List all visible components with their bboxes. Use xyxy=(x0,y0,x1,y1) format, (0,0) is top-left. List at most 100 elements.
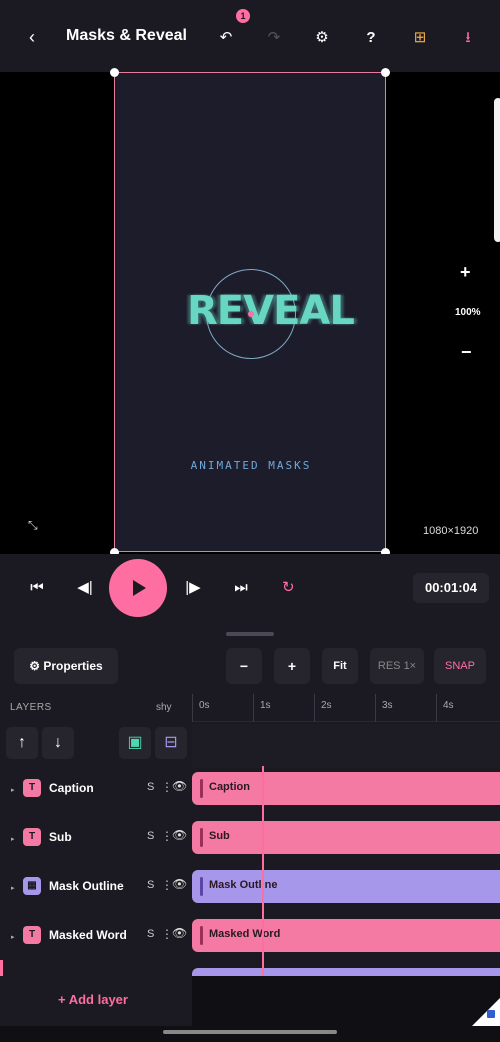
layer-row[interactable]: ▸ T Masked Word S ⋮ 👁 Masked Word xyxy=(0,913,500,962)
layer-row[interactable]: ▸ T Sub S ⋮ 👁 Sub xyxy=(0,815,500,864)
ruler-tick: 2s xyxy=(314,694,332,722)
clip-handle[interactable] xyxy=(200,779,203,798)
time-ruler[interactable]: 0s 1s 2s 3s 4s xyxy=(192,694,500,722)
selection-marker xyxy=(0,960,3,976)
zoom-out-button[interactable]: − xyxy=(461,342,472,363)
add-layer-bar: + Add layer xyxy=(0,976,192,1026)
undo-icon[interactable]: ↶ xyxy=(214,26,238,50)
playhead[interactable] xyxy=(262,766,264,976)
skip-back-icon[interactable]: ⏮ xyxy=(24,576,50,600)
artboard-handle-tr[interactable] xyxy=(381,68,390,77)
fit-button[interactable]: Fit xyxy=(322,648,358,684)
artboard-handle-tl[interactable] xyxy=(110,68,119,77)
system-nav-bar xyxy=(0,1026,500,1042)
properties-button[interactable]: ⚙ Properties xyxy=(14,648,118,684)
anchor-point[interactable] xyxy=(248,311,254,317)
clip-handle[interactable] xyxy=(200,926,203,945)
canvas-area[interactable]: REVEAL ANIMATED MASKS ⤡ 1080×1920 + 100%… xyxy=(0,68,500,557)
mask-select-icon[interactable]: ▣ xyxy=(119,727,151,759)
chevron-left-icon[interactable]: ‹ xyxy=(22,24,42,50)
layer-row-partial[interactable] xyxy=(0,962,500,976)
ruler-tick: 0s xyxy=(192,694,210,722)
clip-label: Caption xyxy=(209,781,250,793)
help-icon[interactable]: ? xyxy=(359,26,383,50)
play-icon xyxy=(133,580,146,596)
transport-bar: ⏮ ◀| |▶ ⏭ ↻ 00:01:04 xyxy=(0,554,500,622)
move-up-icon[interactable]: ↑ xyxy=(6,727,38,759)
clip-label: Masked Word xyxy=(209,928,281,940)
timeline-zoom-out-button[interactable]: − xyxy=(226,648,262,684)
layers-title: LAYERS xyxy=(10,702,52,713)
eye-icon[interactable]: 👁 xyxy=(172,877,187,891)
panel-drag-handle[interactable] xyxy=(226,632,274,636)
side-scroll-handle[interactable] xyxy=(494,98,500,242)
solo-toggle[interactable]: S xyxy=(147,781,154,793)
solo-toggle[interactable]: S xyxy=(147,928,154,940)
layer-name[interactable]: Mask Outline xyxy=(49,879,124,893)
page-title: Masks & Reveal xyxy=(66,27,187,44)
solo-toggle[interactable]: S xyxy=(147,830,154,842)
step-forward-icon[interactable]: |▶ xyxy=(180,576,206,600)
layer-order-row: ↑ ↓ ▣ ⊟ xyxy=(0,724,500,768)
undo-count-badge: 1 xyxy=(236,9,250,23)
add-layer-button[interactable]: + Add layer xyxy=(58,992,128,1007)
resolution-button[interactable]: RES 1× xyxy=(370,648,424,684)
loop-icon[interactable]: ↻ xyxy=(282,578,295,596)
clip-label: Sub xyxy=(209,830,230,842)
artboard[interactable]: REVEAL ANIMATED MASKS xyxy=(114,72,386,552)
redo-icon[interactable]: ↷ xyxy=(262,26,286,50)
layers-header: LAYERS shy xyxy=(0,694,192,722)
clip-handle[interactable] xyxy=(200,877,203,896)
timeline-zoom-in-button[interactable]: + xyxy=(274,648,310,684)
shape-layer-icon: ▦ xyxy=(23,877,41,895)
bottom-area xyxy=(192,976,500,1026)
chevron-right-icon[interactable]: ▸ xyxy=(11,835,15,843)
ruler-tick: 4s xyxy=(436,694,454,722)
layer-clip[interactable]: Mask Outline xyxy=(192,870,500,903)
layer-row[interactable]: ▸ ▦ Mask Outline S ⋮ 👁 Mask Outline xyxy=(0,864,500,913)
download-icon[interactable]: ⭳ xyxy=(456,26,480,50)
timeline-track-bg xyxy=(192,724,500,768)
layer-clip[interactable] xyxy=(192,968,500,976)
layer-name[interactable]: Sub xyxy=(49,830,72,844)
eye-icon[interactable]: 👁 xyxy=(172,828,187,842)
clip-label: Mask Outline xyxy=(209,879,278,891)
timeline-toolbar: ⚙ Properties − + Fit RES 1× SNAP xyxy=(0,648,500,684)
text-layer-icon: T xyxy=(23,779,41,797)
page-corner-icon xyxy=(472,998,500,1026)
solo-toggle[interactable]: S xyxy=(147,879,154,891)
subtitle-text[interactable]: ANIMATED MASKS xyxy=(115,459,387,472)
layer-clip[interactable]: Sub xyxy=(192,821,500,854)
canvas-dimensions: 1080×1920 xyxy=(423,525,479,537)
step-back-icon[interactable]: ◀| xyxy=(72,576,98,600)
layer-clip[interactable]: Caption xyxy=(192,772,500,805)
eye-icon[interactable]: 👁 xyxy=(172,779,187,793)
clip-handle[interactable] xyxy=(200,828,203,847)
skip-forward-icon[interactable]: ⏭ xyxy=(228,576,254,600)
text-layer-icon: T xyxy=(23,828,41,846)
grid-icon[interactable]: ⊞ xyxy=(408,26,432,50)
collapse-icon[interactable]: ⤡ xyxy=(28,518,38,533)
snap-toggle[interactable]: SNAP xyxy=(434,648,486,684)
layer-name[interactable]: Masked Word xyxy=(49,928,127,942)
top-bar: ‹ Masks & Reveal 1 ↶ ↷ ⚙ ? ⊞ ⭳ xyxy=(0,0,500,72)
play-button[interactable] xyxy=(109,559,167,617)
lock-icon xyxy=(487,1010,495,1018)
ruler-tick: 1s xyxy=(253,694,271,722)
chevron-right-icon[interactable]: ▸ xyxy=(11,884,15,892)
layer-clip[interactable]: Masked Word xyxy=(192,919,500,952)
ruler-tick: 3s xyxy=(375,694,393,722)
move-down-icon[interactable]: ↓ xyxy=(42,727,74,759)
timecode[interactable]: 00:01:04 xyxy=(413,573,489,603)
home-indicator[interactable] xyxy=(163,1030,337,1034)
gear-icon[interactable]: ⚙ xyxy=(310,26,334,50)
mask-split-icon[interactable]: ⊟ xyxy=(155,727,187,759)
zoom-in-button[interactable]: + xyxy=(460,262,471,283)
text-layer-icon: T xyxy=(23,926,41,944)
layer-name[interactable]: Caption xyxy=(49,781,94,795)
chevron-right-icon[interactable]: ▸ xyxy=(11,933,15,941)
eye-icon[interactable]: 👁 xyxy=(172,926,187,940)
layer-row[interactable]: ▸ T Caption S ⋮ 👁 Caption xyxy=(0,766,500,815)
shy-label: shy xyxy=(156,702,172,713)
chevron-right-icon[interactable]: ▸ xyxy=(11,786,15,794)
